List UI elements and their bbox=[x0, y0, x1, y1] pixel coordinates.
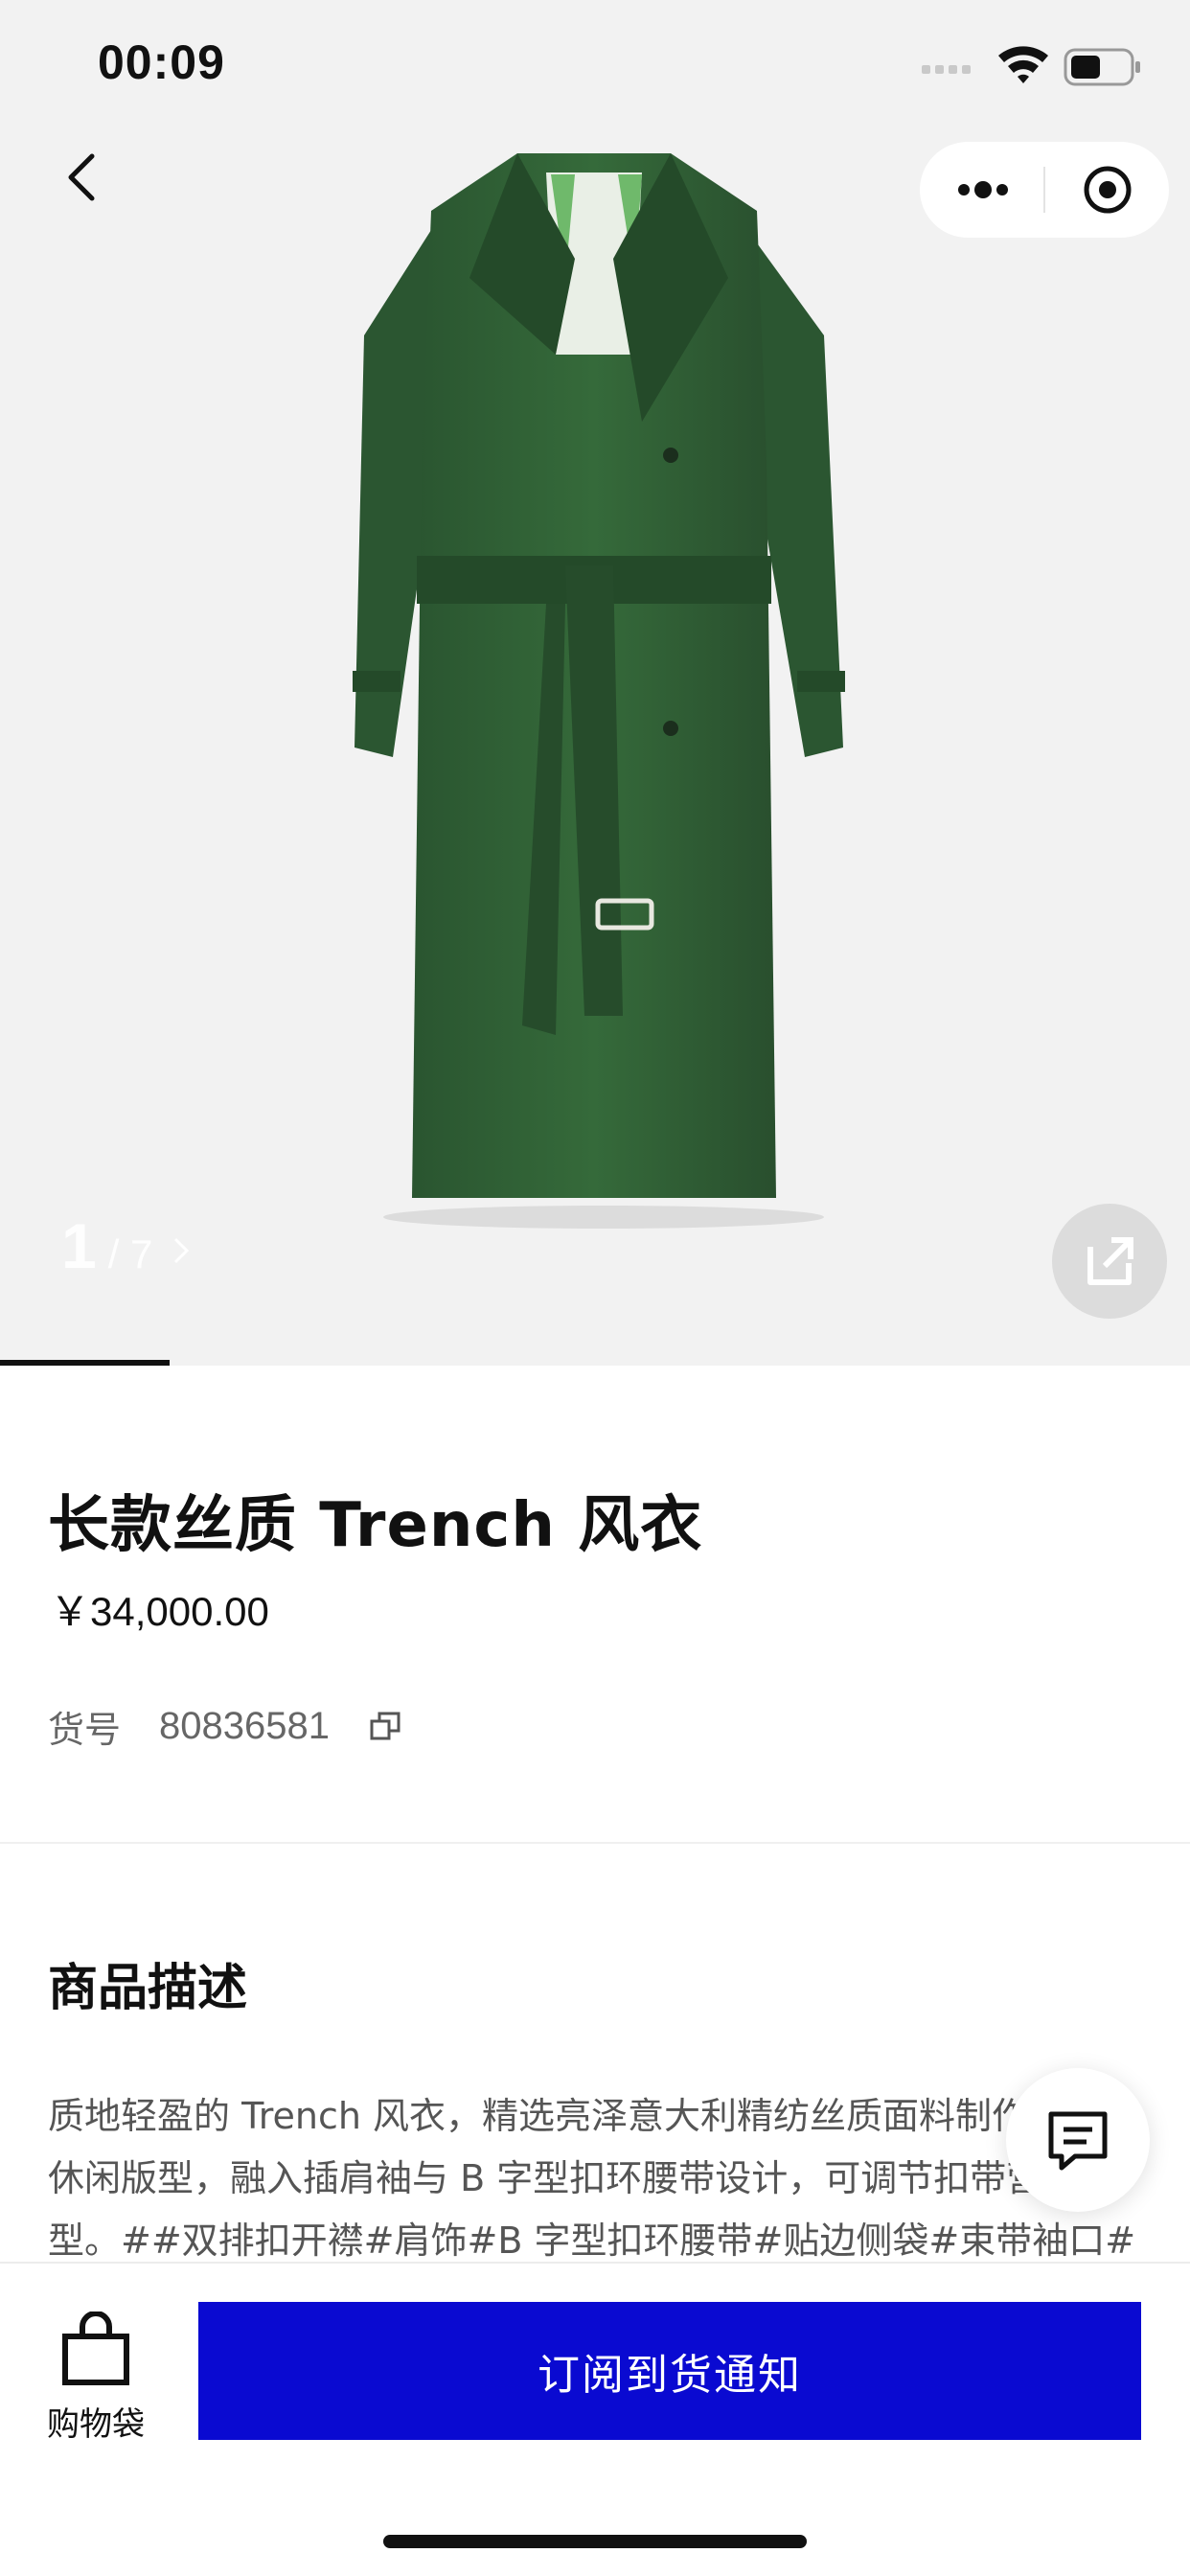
gallery-progress-fill bbox=[0, 1360, 171, 1366]
bottom-action-bar: 购物袋 订阅到货通知 bbox=[0, 2262, 1190, 2576]
image-pager: 1 / 7 bbox=[61, 1209, 193, 1282]
back-button[interactable] bbox=[46, 139, 123, 216]
section-divider bbox=[0, 1842, 1190, 1844]
chat-message-icon bbox=[1048, 2111, 1108, 2171]
product-image-gallery[interactable]: 00:09 1 / 7 bbox=[0, 0, 1190, 1366]
status-icons bbox=[922, 46, 1140, 86]
description-title: 商品描述 bbox=[48, 1960, 248, 2017]
shopping-bag-label: 购物袋 bbox=[47, 2405, 145, 2444]
shopping-bag-button[interactable]: 购物袋 bbox=[38, 2312, 153, 2446]
battery-icon bbox=[1064, 48, 1140, 86]
pager-total: / 7 bbox=[107, 1231, 153, 1276]
capsule-divider bbox=[1043, 167, 1045, 213]
sku-label: 货号 bbox=[48, 1709, 122, 1751]
product-price: ￥34,000.00 bbox=[50, 1589, 269, 1634]
chevron-left-icon bbox=[68, 153, 95, 201]
pager-current: 1 bbox=[61, 1210, 97, 1281]
product-title: 长款丝质 Trench 风衣 bbox=[48, 1490, 703, 1561]
mini-program-capsule bbox=[920, 142, 1169, 238]
description-text: 质地轻盈的 Trench 风衣，精选亮泽意大利精纺丝质面料制作，呈现休闲版型，融… bbox=[48, 2095, 1138, 2262]
wifi-icon bbox=[998, 46, 1048, 83]
more-dots-icon bbox=[958, 181, 1008, 198]
gallery-progress bbox=[0, 1360, 1190, 1366]
sku-row: 货号 80836581 bbox=[48, 1700, 402, 1753]
sku-value: 80836581 bbox=[159, 1705, 330, 1747]
copy-icon[interactable] bbox=[368, 1710, 402, 1744]
product-image bbox=[353, 153, 845, 1229]
shopping-bag-icon bbox=[62, 2312, 129, 2385]
share-external-icon bbox=[1087, 1237, 1133, 1285]
subscribe-restock-button[interactable]: 订阅到货通知 bbox=[198, 2302, 1141, 2440]
home-indicator bbox=[383, 2535, 807, 2548]
status-time: 00:09 bbox=[98, 35, 225, 89]
chevron-right-icon[interactable] bbox=[170, 1233, 193, 1268]
more-button[interactable] bbox=[920, 142, 1042, 238]
target-circle-icon bbox=[1084, 166, 1132, 214]
signal-icon bbox=[922, 65, 971, 74]
close-mini-program-button[interactable] bbox=[1046, 142, 1169, 238]
share-button[interactable] bbox=[1052, 1204, 1167, 1319]
chat-button[interactable] bbox=[1006, 2068, 1150, 2212]
